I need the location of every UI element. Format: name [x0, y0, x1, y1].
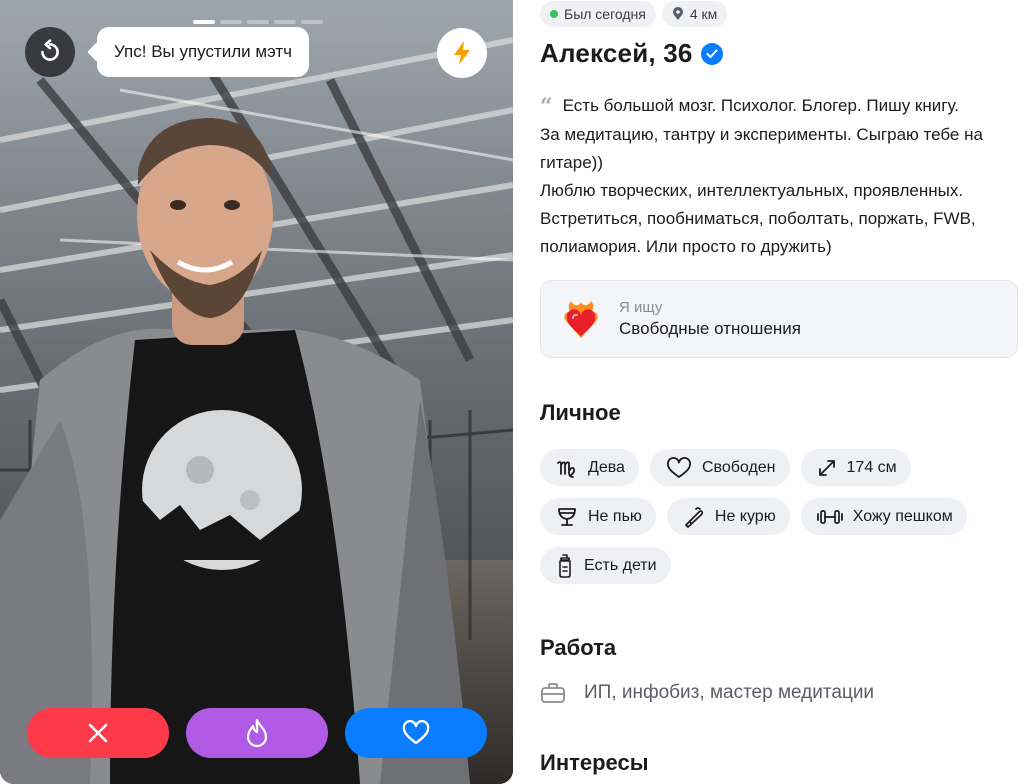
quote-icon: “: [540, 94, 553, 120]
photo-progress-segment: [193, 20, 215, 24]
status-row: Был сегодня 4 км: [540, 1, 728, 27]
baby-bottle-icon: [559, 553, 571, 578]
bio-line: Люблю творческих, интеллектуальных, проя…: [540, 181, 964, 200]
dumbbell-icon: [816, 509, 843, 524]
section-title-work: Работа: [540, 635, 617, 660]
chip-relationship: Свободен: [649, 449, 790, 486]
chip-label: Не курю: [714, 507, 776, 525]
chip-alcohol: Не пью: [540, 498, 656, 535]
toast-text: Упс! Вы упустили мэтч: [114, 42, 293, 61]
burning-heart-icon: [564, 301, 598, 338]
undo-icon: [41, 39, 59, 61]
looking-for-text: Я ищу Свободные отношения: [619, 299, 801, 339]
chip-zodiac: Дева: [540, 449, 639, 486]
chip-height: 174 см: [800, 449, 911, 486]
work-row: ИП, инфобиз, мастер медитации: [540, 682, 874, 704]
briefcase-icon: [541, 683, 565, 703]
photo-progress-segment: [274, 20, 296, 24]
dislike-button[interactable]: [27, 708, 169, 758]
bio-line: За медитацию, тантру и эксперименты. Сыг…: [540, 125, 983, 144]
work-text: ИП, инфобиз, мастер медитации: [584, 682, 875, 703]
chip-label: 174 см: [846, 458, 897, 476]
photo-progress-segment: [301, 20, 323, 24]
chip-label: Дева: [588, 458, 625, 476]
virgo-icon: [557, 460, 576, 478]
chip-label: Хожу пешком: [852, 507, 953, 525]
bio-line: Встретиться, пообниматься, поболтать, по…: [540, 209, 976, 228]
chip-label: Есть дети: [584, 556, 657, 574]
location-pin-icon: [672, 7, 683, 20]
photo-progress-segment: [220, 20, 242, 24]
looking-for-value: Свободные отношения: [619, 319, 801, 338]
profile-photo: [0, 0, 513, 784]
distance-text: 4 км: [689, 6, 718, 22]
heart-outline-icon: [667, 456, 691, 478]
height-icon: [818, 459, 835, 476]
lightning-icon: [454, 41, 470, 65]
superlike-button[interactable]: [186, 708, 328, 758]
chip-children: Есть дети: [540, 547, 671, 584]
bio-line: Есть большой мозг. Психолог. Блогер. Пиш…: [562, 96, 959, 115]
no-smoking-icon: [685, 506, 704, 528]
profile-bio: “ Есть большой мозг. Психолог. Блогер. Пи…: [540, 92, 1018, 261]
looking-for-card: Я ищу Свободные отношения: [540, 280, 1018, 358]
profile-details: Был сегодня 4 км Алексей, 36 “ Есть больш…: [540, 0, 1024, 784]
verified-icon: [700, 42, 723, 65]
section-title-personal: Личное: [540, 400, 621, 425]
chip-smoking: Не курю: [666, 498, 790, 535]
personal-chips: Дева Свободен 174 см Не пью Не курю Хожу…: [540, 449, 1024, 584]
section-title-interests: Интересы: [540, 750, 649, 775]
distance-badge: 4 км: [661, 1, 728, 27]
bio-line: полиамория. Или просто го дружить): [540, 237, 832, 256]
last-seen-text: Был сегодня: [564, 6, 646, 22]
last-seen-badge: Был сегодня: [540, 1, 656, 27]
like-button[interactable]: [345, 708, 487, 758]
undo-button[interactable]: [25, 27, 75, 77]
bio-line: гитаре)): [540, 153, 603, 172]
profile-photo-card[interactable]: Упс! Вы упустили мэтч: [0, 0, 513, 784]
chip-activity: Хожу пешком: [800, 498, 967, 535]
name-row: Алексей, 36: [540, 38, 723, 69]
swipe-actions: [27, 708, 487, 758]
close-icon: [88, 723, 108, 743]
photo-progress-segment: [247, 20, 269, 24]
missed-match-toast: Упс! Вы упустили мэтч: [97, 27, 310, 77]
flame-icon: [246, 718, 268, 748]
chip-label: Свободен: [701, 458, 776, 476]
online-dot-icon: [550, 10, 558, 18]
profile-name: Алексей, 36: [540, 38, 693, 68]
photo-progress-indicator: [193, 20, 323, 24]
heart-icon: [402, 720, 430, 745]
looking-for-label: Я ищу: [619, 299, 663, 316]
glass-icon: [558, 507, 576, 526]
boost-button[interactable]: [437, 28, 487, 78]
chip-label: Не пью: [588, 507, 642, 525]
